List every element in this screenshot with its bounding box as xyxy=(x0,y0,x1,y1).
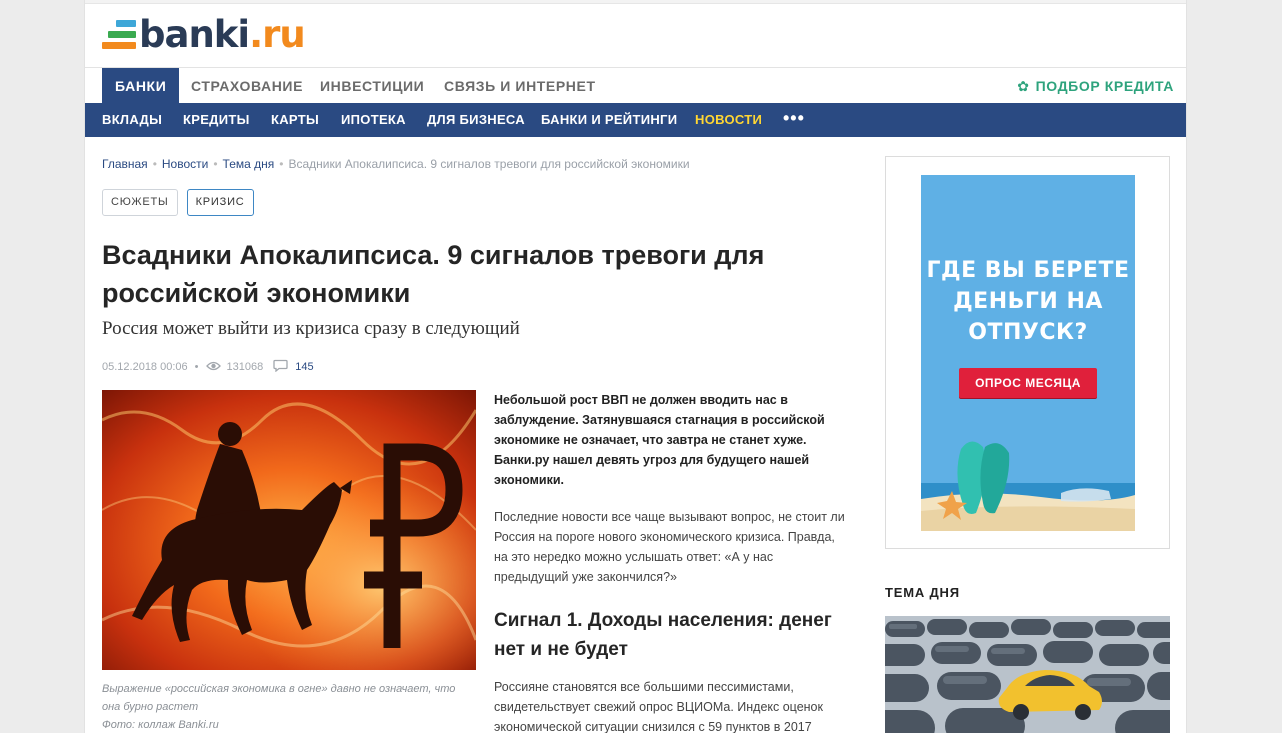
survey-banner[interactable]: ГДЕ ВЫ БЕРЕТЕ ДЕНЬГИ НА ОТПУСК? ОПРОС МЕ… xyxy=(921,175,1135,531)
eye-icon xyxy=(205,361,221,374)
tag-crisis[interactable]: КРИЗИС xyxy=(186,189,254,216)
sidebar-ad-container: ГДЕ ВЫ БЕРЕТЕ ДЕНЬГИ НА ОТПУСК? ОПРОС МЕ… xyxy=(885,156,1170,549)
credit-selection-link[interactable]: ✿ ПОДБОР КРЕДИТА xyxy=(1017,68,1174,104)
image-caption: Выражение «российская экономика в огне» … xyxy=(102,680,476,733)
breadcrumb-home[interactable]: Главная xyxy=(102,157,148,171)
page: banki.ru БАНКИ СТРАХОВАНИЕ ИНВЕСТИЦИИ СВ… xyxy=(84,0,1187,733)
nav-cards[interactable]: КАРТЫ xyxy=(271,103,319,137)
topic-of-day-title: ТЕМА ДНЯ xyxy=(885,585,960,600)
breadcrumb: Главная • Новости • Тема дня • Всадники Апокал… xyxy=(102,157,690,171)
tag-list: СЮЖЕТЫ КРИЗИС xyxy=(102,189,254,216)
nav-telecom[interactable]: СВЯЗЬ И ИНТЕРНЕТ xyxy=(444,68,596,104)
breadcrumb-topic[interactable]: Тема дня xyxy=(223,157,275,171)
article-lead: Небольшой рост ВВП не должен вводить нас… xyxy=(494,393,825,487)
image-credit: Фото: коллаж Banki.ru xyxy=(102,719,219,731)
primary-nav: БАНКИ СТРАХОВАНИЕ ИНВЕСТИЦИИ СВЯЗЬ И ИНТ… xyxy=(85,67,1186,104)
comment-count[interactable]: 145 xyxy=(295,361,313,373)
article-subtitle: Россия может выйти из кризиса сразу в сл… xyxy=(102,318,520,339)
nav-credits[interactable]: КРЕДИТЫ xyxy=(183,103,250,137)
more-icon[interactable]: ••• xyxy=(783,101,805,135)
nav-mortgage[interactable]: ИПОТЕКА xyxy=(341,103,406,137)
section-heading: Сигнал 1. Доходы населения: денег нет и … xyxy=(494,610,832,660)
comment-icon[interactable] xyxy=(273,359,288,375)
article-hero-image xyxy=(102,390,476,670)
nav-business[interactable]: ДЛЯ БИЗНЕСА xyxy=(427,103,525,137)
credit-selection-label: ПОДБОР КРЕДИТА xyxy=(1035,78,1174,94)
article-date: 05.12.2018 00:06 xyxy=(102,361,188,373)
logo-mark-icon xyxy=(102,18,136,52)
secondary-nav: ВКЛАДЫ КРЕДИТЫ КАРТЫ ИПОТЕКА ДЛЯ БИЗНЕСА… xyxy=(85,101,1186,137)
article-meta: 05.12.2018 00:06 • 131068 145 xyxy=(102,359,314,375)
nav-investments[interactable]: ИНВЕСТИЦИИ xyxy=(320,68,424,104)
article-title: Всадники Апокалипсиса. 9 сигналов тревог… xyxy=(102,240,765,308)
survey-button[interactable]: ОПРОС МЕСЯЦА xyxy=(959,368,1097,398)
article-paragraph: Россияне становятся все большими пессими… xyxy=(494,680,823,733)
topic-of-day-image[interactable] xyxy=(885,616,1170,733)
view-count: 131068 xyxy=(226,361,264,373)
beach-illustration xyxy=(921,425,1135,531)
gear-icon: ✿ xyxy=(1017,78,1030,94)
top-strip xyxy=(85,0,1186,4)
breadcrumb-current: Всадники Апокалипсиса. 9 сигналов тревог… xyxy=(288,157,690,171)
nav-bank-ratings[interactable]: БАНКИ И РЕЙТИНГИ xyxy=(541,103,677,137)
article-paragraph: Последние новости все чаще вызывают вопр… xyxy=(494,510,845,584)
site-logo[interactable]: banki.ru xyxy=(102,13,306,56)
nav-banks[interactable]: БАНКИ xyxy=(102,68,180,104)
logo-wordmark: banki.ru xyxy=(139,13,306,56)
breadcrumb-news[interactable]: Новости xyxy=(162,157,208,171)
banner-headline: ГДЕ ВЫ БЕРЕТЕ ДЕНЬГИ НА ОТПУСК? xyxy=(926,258,1130,345)
tag-stories[interactable]: СЮЖЕТЫ xyxy=(102,189,178,216)
nav-news[interactable]: НОВОСТИ xyxy=(695,103,762,137)
nav-deposits[interactable]: ВКЛАДЫ xyxy=(102,103,162,137)
image-caption-text: Выражение «российская экономика в огне» … xyxy=(102,683,456,713)
nav-insurance[interactable]: СТРАХОВАНИЕ xyxy=(191,68,303,104)
